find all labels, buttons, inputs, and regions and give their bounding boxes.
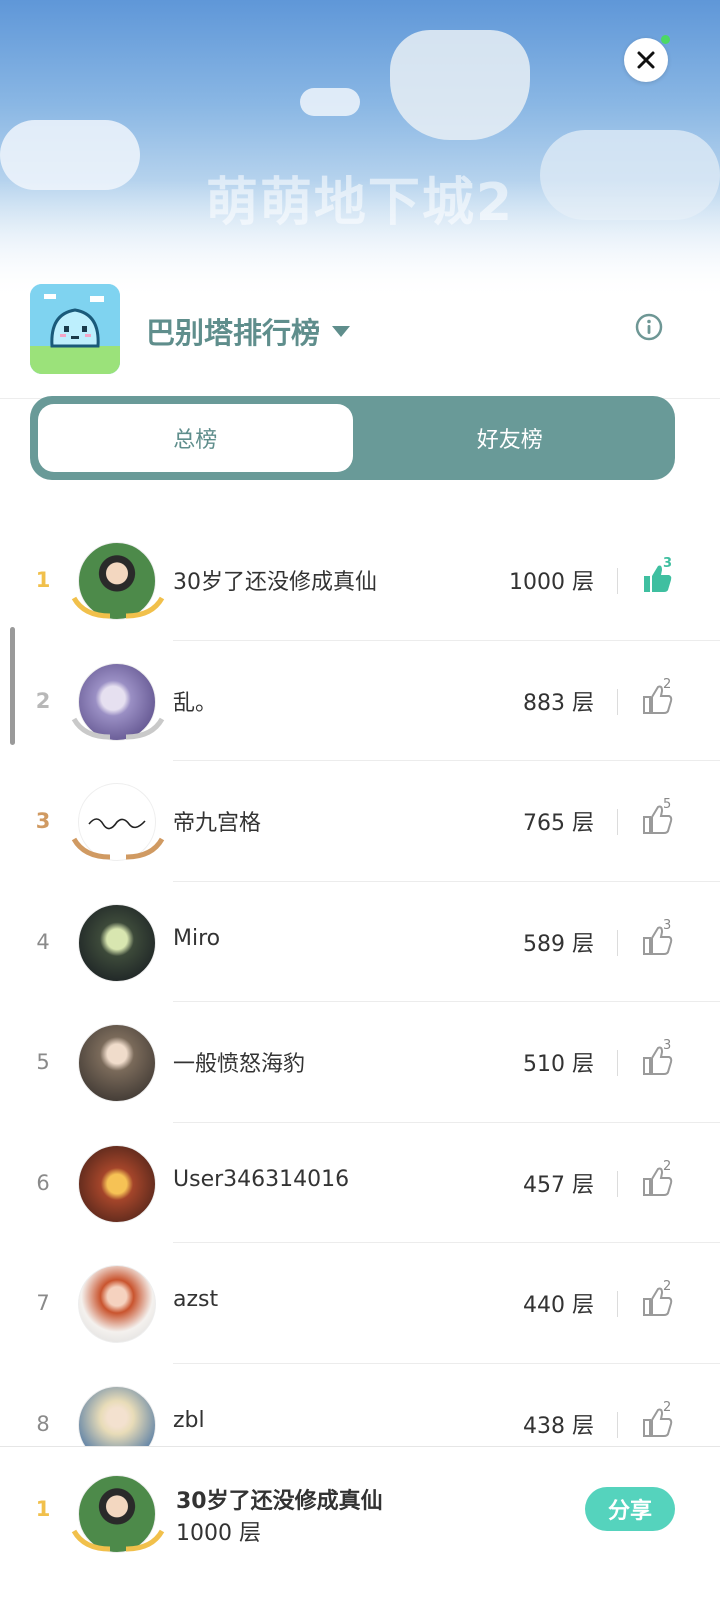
- my-rank-number: 1: [35, 1497, 51, 1521]
- my-rank-bar: 1 30岁了还没修成真仙 1000 层 分享: [0, 1446, 720, 1601]
- avatar[interactable]: [78, 1265, 158, 1345]
- table-row[interactable]: 2 乱。 883 层 2: [0, 641, 720, 761]
- rank-number: 4: [36, 929, 50, 954]
- player-name: 一般愤怒海豹: [173, 1052, 306, 1077]
- leaderboard-list: 1 30岁了还没修成真仙 1000 层 3 2 乱。 883 层 2 3 帝九宫…: [0, 520, 720, 1484]
- divider: [617, 1050, 618, 1076]
- player-name: 帝九宫格: [173, 811, 262, 836]
- player-name: zbl: [173, 1407, 205, 1433]
- close-button[interactable]: [624, 38, 668, 82]
- like-count: 3: [663, 1038, 672, 1053]
- caret-down-icon: [332, 325, 351, 337]
- tab-bar: 总榜 好友榜: [30, 396, 675, 480]
- table-row[interactable]: 5 一般愤怒海豹 510 层 3: [0, 1002, 720, 1123]
- rank-number: 6: [36, 1170, 50, 1195]
- divider: [617, 688, 618, 715]
- player-score: 589 层: [523, 931, 594, 957]
- like-count: 5: [663, 797, 672, 812]
- my-name: 30岁了还没修成真仙: [176, 1489, 383, 1514]
- gold-laurel-icon: [71, 596, 165, 619]
- player-score: 1000 层: [509, 570, 594, 595]
- rank-number: 5: [36, 1050, 50, 1074]
- avatar[interactable]: [78, 903, 158, 984]
- header-banner: 萌萌地下城2: [0, 0, 720, 300]
- divider: [617, 1291, 618, 1317]
- my-avatar[interactable]: [71, 1475, 165, 1555]
- divider: [617, 568, 618, 594]
- divider: [617, 929, 618, 956]
- tab-friends[interactable]: 好友榜: [353, 404, 668, 472]
- player-score: 883 层: [523, 690, 594, 716]
- rank-number: 7: [36, 1291, 50, 1315]
- leaderboard-selector[interactable]: 巴别塔排行榜: [146, 310, 351, 352]
- like-count: 3: [663, 556, 673, 571]
- player-score: 765 层: [523, 811, 594, 836]
- table-row[interactable]: 3 帝九宫格 765 层 5: [0, 761, 720, 882]
- table-row[interactable]: 7 azst 440 层 2: [0, 1243, 720, 1364]
- player-name: 乱。: [173, 690, 218, 716]
- player-name: azst: [173, 1287, 219, 1312]
- table-row[interactable]: 6 User346314016 457 层 2: [0, 1123, 720, 1243]
- tab-overall[interactable]: 总榜: [38, 404, 353, 472]
- share-button[interactable]: 分享: [585, 1487, 675, 1531]
- like-count: 2: [663, 1279, 672, 1294]
- divider: [617, 1170, 618, 1197]
- gold-laurel-icon: [71, 1529, 165, 1552]
- slime-icon: [30, 284, 120, 374]
- bronze-laurel-icon: [71, 837, 165, 860]
- player-score: 510 层: [523, 1052, 594, 1077]
- rank-number: 8: [36, 1411, 50, 1436]
- table-row[interactable]: 1 30岁了还没修成真仙 1000 层 3: [0, 520, 720, 641]
- slime-mascot: [390, 30, 530, 140]
- close-icon: [637, 51, 655, 69]
- signature-art: [88, 818, 146, 830]
- divider: [617, 809, 618, 835]
- like-count: 2: [663, 676, 672, 692]
- page-title: 巴别塔排行榜: [146, 316, 321, 350]
- avatar[interactable]: [78, 1024, 158, 1104]
- avatar[interactable]: [71, 542, 165, 622]
- banner-fade: [0, 180, 720, 300]
- like-count: 2: [663, 1399, 672, 1415]
- game-icon: [30, 284, 120, 374]
- like-count: 2: [663, 1158, 672, 1174]
- player-score: 438 层: [523, 1413, 594, 1439]
- avatar[interactable]: [78, 1144, 158, 1225]
- silver-laurel-icon: [71, 717, 165, 739]
- player-name: Miro: [173, 925, 221, 951]
- player-name: User346314016: [173, 1166, 350, 1192]
- table-row[interactable]: 4 Miro 589 层 3: [0, 882, 720, 1002]
- divider: [617, 1411, 618, 1438]
- player-name: 30岁了还没修成真仙: [173, 570, 377, 595]
- rank-number: 2: [35, 688, 51, 713]
- online-status-dot: [661, 35, 670, 44]
- like-count: 3: [663, 917, 672, 933]
- rank-number: 1: [35, 568, 51, 592]
- player-score: 457 层: [523, 1172, 594, 1198]
- avatar[interactable]: [71, 783, 165, 863]
- avatar[interactable]: [71, 662, 165, 743]
- rank-number: 3: [35, 809, 51, 833]
- cloud-decoration: [300, 88, 360, 116]
- info-icon[interactable]: [634, 312, 664, 342]
- my-score: 1000 层: [176, 1521, 261, 1546]
- player-score: 440 层: [523, 1293, 594, 1318]
